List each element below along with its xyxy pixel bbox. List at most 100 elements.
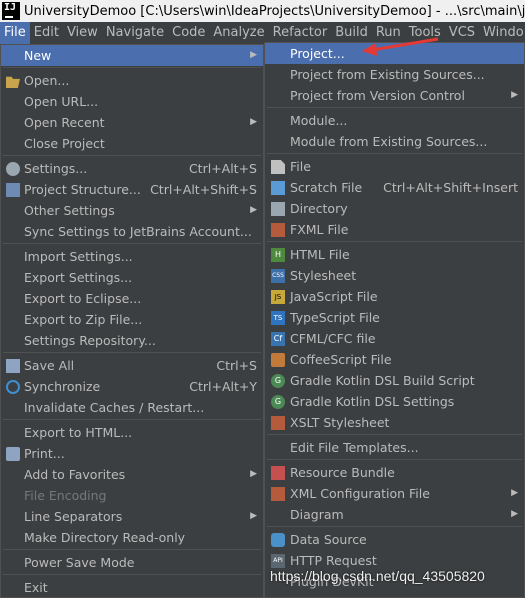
new-diagram-item[interactable]: Diagram ▶	[265, 504, 524, 525]
new-typescript-item[interactable]: TS TypeScript File	[265, 307, 524, 328]
shortcut: Ctrl+Alt+Shift+Insert	[383, 180, 518, 195]
file-project-structure-item[interactable]: Project Structure... Ctrl+Alt+Shift+S	[1, 179, 263, 200]
file-export-zip-item[interactable]: Export to Zip File...	[1, 309, 263, 330]
file-new-item[interactable]: New ▶	[1, 45, 263, 66]
file-print-label: Print...	[24, 446, 65, 461]
new-cfml-item[interactable]: Cf CFML/CFC file	[265, 328, 524, 349]
new-fxml-item[interactable]: FXML File	[265, 219, 524, 240]
printer-icon	[6, 447, 20, 461]
file-add-favorites-item[interactable]: Add to Favorites ▶	[1, 464, 263, 485]
new-from-vcs-label: Project from Version Control	[290, 88, 465, 103]
file-sync-settings-item[interactable]: Sync Settings to JetBrains Account...	[1, 221, 263, 242]
file-export-settings-item[interactable]: Export Settings...	[1, 267, 263, 288]
menu-window[interactable]: Windo	[479, 22, 525, 44]
file-synchronize-label: Synchronize	[24, 379, 101, 394]
file-settings-repo-item[interactable]: Settings Repository...	[1, 330, 263, 351]
new-xslt-item[interactable]: XSLT Stylesheet	[265, 412, 524, 433]
new-module-existing-item[interactable]: Module from Existing Sources...	[265, 131, 524, 152]
menu-file[interactable]: File	[0, 22, 30, 44]
menu-navigate[interactable]: Navigate	[102, 22, 168, 44]
file-open-recent-label: Open Recent	[24, 115, 105, 130]
file-encoding-label: File Encoding	[24, 488, 107, 503]
new-html-item[interactable]: H HTML File	[265, 244, 524, 265]
shortcut: Ctrl+Alt+S	[188, 161, 257, 176]
submenu-arrow-icon: ▶	[511, 509, 518, 519]
new-javascript-item[interactable]: JS JavaScript File	[265, 286, 524, 307]
new-coffeescript-item[interactable]: CoffeeScript File	[265, 349, 524, 370]
file-import-settings-item[interactable]: Import Settings...	[1, 246, 263, 267]
new-resource-bundle-item[interactable]: Resource Bundle	[265, 462, 524, 483]
new-stylesheet-label: Stylesheet	[290, 268, 357, 283]
new-gradle-settings-label: Gradle Kotlin DSL Settings	[290, 394, 455, 409]
new-module-label: Module...	[290, 113, 348, 128]
xslt-file-icon	[271, 416, 285, 430]
new-from-existing-item[interactable]: Project from Existing Sources...	[265, 64, 524, 85]
new-file-item[interactable]: File	[265, 156, 524, 177]
file-open-recent-item[interactable]: Open Recent ▶	[1, 112, 263, 133]
new-xml-config-label: XML Configuration File	[290, 486, 430, 501]
gradle-icon: G	[271, 395, 285, 409]
new-stylesheet-item[interactable]: CSS Stylesheet	[265, 265, 524, 286]
file-export-eclipse-label: Export to Eclipse...	[24, 291, 142, 306]
file-power-save-item[interactable]: Power Save Mode	[1, 552, 263, 573]
new-gradle-settings-item[interactable]: G Gradle Kotlin DSL Settings	[265, 391, 524, 412]
directory-icon	[271, 202, 285, 216]
shortcut: Ctrl+S	[216, 358, 257, 373]
file-new-label: New	[24, 48, 52, 63]
sync-icon	[6, 380, 20, 394]
new-data-source-label: Data Source	[290, 532, 367, 547]
file-export-eclipse-item[interactable]: Export to Eclipse...	[1, 288, 263, 309]
file-export-html-item[interactable]: Export to HTML...	[1, 422, 263, 443]
file-settings-item[interactable]: Settings... Ctrl+Alt+S	[1, 158, 263, 179]
new-directory-label: Directory	[290, 201, 348, 216]
file-settings-label: Settings...	[24, 161, 88, 176]
window-title: UniversityDemoo [C:\Users\win\IdeaProjec…	[24, 3, 525, 19]
title-bar: IJ UniversityDemoo [C:\Users\win\IdeaPro…	[0, 0, 525, 22]
file-line-separators-label: Line Separators	[24, 509, 123, 524]
menu-vcs[interactable]: VCS	[445, 22, 479, 44]
file-invalidate-item[interactable]: Invalidate Caches / Restart...	[1, 397, 263, 418]
new-directory-item[interactable]: Directory	[265, 198, 524, 219]
file-make-readonly-item[interactable]: Make Directory Read-only	[1, 527, 263, 548]
new-edit-templates-label: Edit File Templates...	[290, 440, 419, 455]
submenu-arrow-icon: ▶	[250, 469, 257, 479]
file-open-url-label: Open URL...	[24, 94, 99, 109]
css-file-icon: CSS	[271, 269, 285, 283]
file-settings-repo-label: Settings Repository...	[24, 333, 156, 348]
menu-code[interactable]: Code	[168, 22, 209, 44]
typescript-file-icon: TS	[271, 311, 285, 325]
new-html-label: HTML File	[290, 247, 350, 262]
file-print-item[interactable]: Print...	[1, 443, 263, 464]
new-module-item[interactable]: Module...	[265, 110, 524, 131]
main-menubar: File Edit View Navigate Code Analyze Ref…	[0, 22, 525, 44]
new-javascript-label: JavaScript File	[290, 289, 378, 304]
api-icon: API	[271, 554, 285, 568]
file-line-separators-item[interactable]: Line Separators ▶	[1, 506, 263, 527]
open-folder-icon	[6, 76, 20, 88]
new-edit-templates-item[interactable]: Edit File Templates...	[265, 437, 524, 458]
file-synchronize-item[interactable]: Synchronize Ctrl+Alt+Y	[1, 376, 263, 397]
file-open-item[interactable]: Open...	[1, 70, 263, 91]
project-structure-icon	[6, 183, 20, 197]
file-project-structure-label: Project Structure...	[24, 182, 141, 197]
new-scratch-item[interactable]: Scratch File Ctrl+Alt+Shift+Insert	[265, 177, 524, 198]
new-resource-bundle-label: Resource Bundle	[290, 465, 395, 480]
file-exit-item[interactable]: Exit	[1, 577, 263, 598]
menu-analyze[interactable]: Analyze	[209, 22, 268, 44]
menu-view[interactable]: View	[63, 22, 102, 44]
file-other-settings-item[interactable]: Other Settings ▶	[1, 200, 263, 221]
new-gradle-build-item[interactable]: G Gradle Kotlin DSL Build Script	[265, 370, 524, 391]
submenu-arrow-icon: ▶	[250, 205, 257, 215]
new-gradle-build-label: Gradle Kotlin DSL Build Script	[290, 373, 475, 388]
new-from-vcs-item[interactable]: Project from Version Control ▶	[265, 85, 524, 106]
file-open-url-item[interactable]: Open URL...	[1, 91, 263, 112]
new-xml-config-item[interactable]: XML Configuration File ▶	[265, 483, 524, 504]
new-data-source-item[interactable]: Data Source	[265, 529, 524, 550]
file-save-all-item[interactable]: Save All Ctrl+S	[1, 355, 263, 376]
submenu-arrow-icon: ▶	[511, 90, 518, 100]
menu-edit[interactable]: Edit	[30, 22, 63, 44]
file-close-project-item[interactable]: Close Project	[1, 133, 263, 154]
file-power-save-label: Power Save Mode	[24, 555, 135, 570]
xml-file-icon	[271, 487, 285, 501]
menu-refactor[interactable]: Refactor	[269, 22, 332, 44]
